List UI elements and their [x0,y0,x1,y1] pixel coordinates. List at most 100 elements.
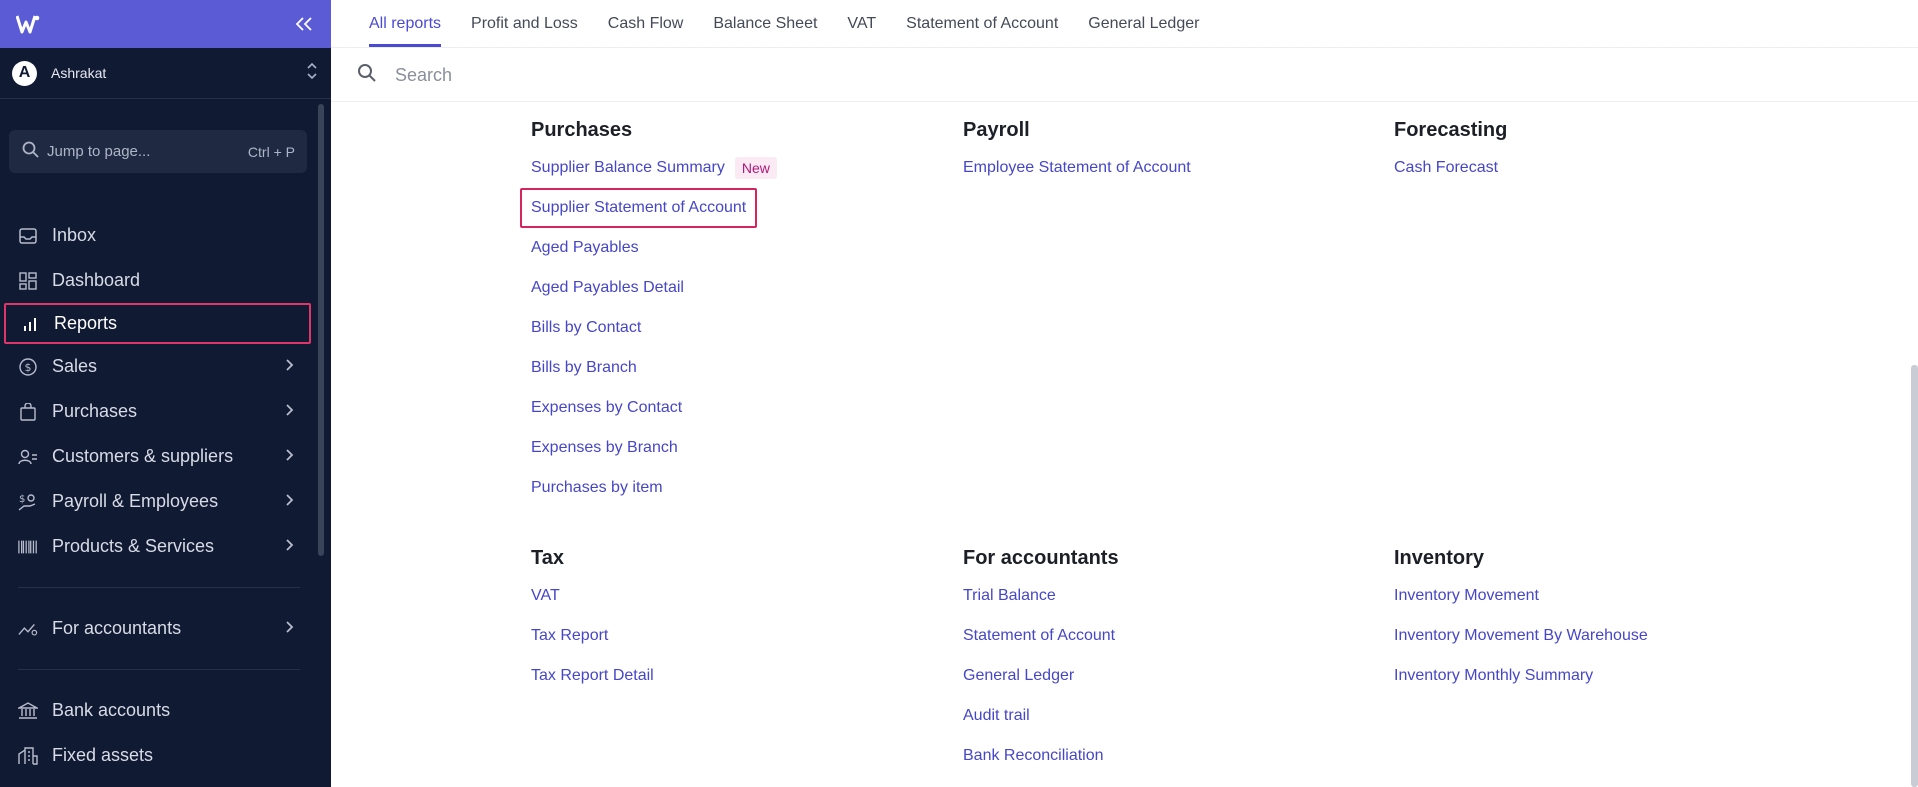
report-link-supplier-balance-summary[interactable]: Supplier Balance Summary New [531,148,777,188]
report-link-inventory-monthly-summary[interactable]: Inventory Monthly Summary [1394,656,1648,696]
report-link-purchases-by-item[interactable]: Purchases by item [531,468,777,508]
chevron-right-icon [286,493,294,511]
report-link-cash-forecast[interactable]: Cash Forecast [1394,148,1507,188]
new-badge: New [734,157,777,179]
report-link-bills-by-contact[interactable]: Bills by Contact [531,308,777,348]
report-link-vat[interactable]: VAT [531,576,654,616]
sidebar-item-label: Products & Services [52,536,215,556]
sidebar-item-label: Fixed assets [52,745,154,765]
page-scrollbar[interactable] [1911,365,1918,787]
sidebar-item-purchases[interactable]: Purchases [0,389,318,434]
sidebar-item-inbox[interactable]: Inbox [0,213,318,258]
report-link-general-ledger[interactable]: General Ledger [963,656,1119,696]
users-icon [18,447,38,467]
tab-general-ledger[interactable]: General Ledger [1088,0,1199,47]
chevron-right-icon [286,358,294,376]
collapse-sidebar-icon[interactable] [295,17,313,31]
section-purchases: Purchases Supplier Balance Summary New S… [520,118,777,508]
dashboard-icon [18,271,38,291]
report-link-tax-report-detail[interactable]: Tax Report Detail [531,656,654,696]
search-icon [357,63,377,88]
sidebar-item-payroll-employees[interactable]: $ Payroll & Employees [0,479,318,524]
chevron-right-icon [286,403,294,421]
sidebar-nav: Inbox Dashboard Reports $ Sales Purchase… [0,213,318,778]
report-link-statement-of-account[interactable]: Statement of Account [963,616,1119,656]
avatar: A [12,60,37,86]
app-logo-icon[interactable] [16,14,40,34]
payroll-icon: $ [18,492,38,512]
report-link-bank-reconciliation[interactable]: Bank Reconciliation [963,736,1119,776]
section-forecasting: Forecasting Cash Forecast [1394,118,1507,188]
report-link-tax-report[interactable]: Tax Report [531,616,654,656]
trend-icon [18,619,38,639]
sidebar-item-customers-suppliers[interactable]: Customers & suppliers [0,434,318,479]
sidebar-item-label: Inbox [52,225,97,245]
chevron-right-icon [286,538,294,556]
svg-text:$: $ [25,361,32,374]
report-link-inventory-movement-by-warehouse[interactable]: Inventory Movement By Warehouse [1394,616,1648,656]
sidebar-item-sales[interactable]: $ Sales [0,344,318,389]
sidebar-item-label: Payroll & Employees [52,491,219,511]
sidebar-item-label: For accountants [52,618,182,638]
report-link-employee-statement-of-account[interactable]: Employee Statement of Account [963,148,1191,188]
report-link-trial-balance[interactable]: Trial Balance [963,576,1119,616]
org-switcher[interactable]: A Ashrakat [0,48,331,99]
section-inventory: Inventory Inventory Movement Inventory M… [1394,546,1648,696]
chevron-up-down-icon [307,62,317,85]
divider [18,669,300,670]
sidebar-item-bank-accounts[interactable]: Bank accounts [0,688,318,733]
building-icon [18,746,38,766]
report-link-inventory-movement[interactable]: Inventory Movement [1394,576,1648,616]
tab-profit-and-loss[interactable]: Profit and Loss [471,0,578,47]
tab-vat[interactable]: VAT [847,0,876,47]
dollar-circle-icon: $ [18,357,38,377]
section-payroll: Payroll Employee Statement of Account [963,118,1191,188]
org-name: Ashrakat [51,65,107,81]
shopping-bag-icon [18,402,38,422]
search-input[interactable] [395,64,995,86]
report-search-bar [331,49,1918,102]
section-title: Payroll [963,119,1030,141]
section-title: Forecasting [1394,119,1508,141]
tab-cash-flow[interactable]: Cash Flow [608,0,684,47]
sidebar-item-products-services[interactable]: Products & Services [0,524,318,569]
report-link-supplier-statement-of-account[interactable]: Supplier Statement of Account [520,188,777,228]
tab-balance-sheet[interactable]: Balance Sheet [713,0,817,47]
jump-placeholder: Jump to page... [47,143,151,160]
sidebar-item-label: Customers & suppliers [52,446,234,466]
section-title: For accountants [963,547,1119,569]
section-title: Purchases [531,119,633,141]
sidebar-item-label: Bank accounts [52,700,171,720]
report-link-aged-payables[interactable]: Aged Payables [531,228,777,268]
sidebar-item-label: Sales [52,356,98,376]
sidebar-item-label: Reports [54,313,118,333]
report-link-aged-payables-detail[interactable]: Aged Payables Detail [531,268,777,308]
sidebar-item-label: Dashboard [52,270,141,290]
jump-to-page[interactable]: Jump to page... Ctrl + P [9,130,307,173]
sidebar-item-fixed-assets[interactable]: Fixed assets [0,733,318,778]
sidebar-item-reports[interactable]: Reports [4,303,311,344]
report-link-bills-by-branch[interactable]: Bills by Branch [531,348,777,388]
tab-statement-of-account[interactable]: Statement of Account [906,0,1058,47]
section-tax: Tax VAT Tax Report Tax Report Detail [531,546,654,696]
report-tabs: All reports Profit and Loss Cash Flow Ba… [331,0,1918,48]
sidebar-item-label: Purchases [52,401,138,421]
sidebar-scrollbar[interactable] [318,104,324,556]
inbox-icon [18,226,38,246]
report-link-expenses-by-branch[interactable]: Expenses by Branch [531,428,777,468]
barcode-icon [18,537,38,557]
search-icon [22,141,39,163]
svg-text:$: $ [19,494,25,505]
report-link-expenses-by-contact[interactable]: Expenses by Contact [531,388,777,428]
tab-all-reports[interactable]: All reports [369,0,442,47]
sidebar-item-dashboard[interactable]: Dashboard [0,258,318,303]
chevron-right-icon [286,448,294,466]
section-title: Tax [531,547,564,569]
section-for-accountants: For accountants Trial Balance Statement … [963,546,1119,776]
bank-icon [18,701,38,721]
brand-bar [0,0,331,48]
sidebar-item-for-accountants[interactable]: For accountants [0,606,318,651]
report-link-audit-trail[interactable]: Audit trail [963,696,1119,736]
bar-chart-icon [20,314,40,334]
keyboard-shortcut: Ctrl + P [247,143,295,160]
